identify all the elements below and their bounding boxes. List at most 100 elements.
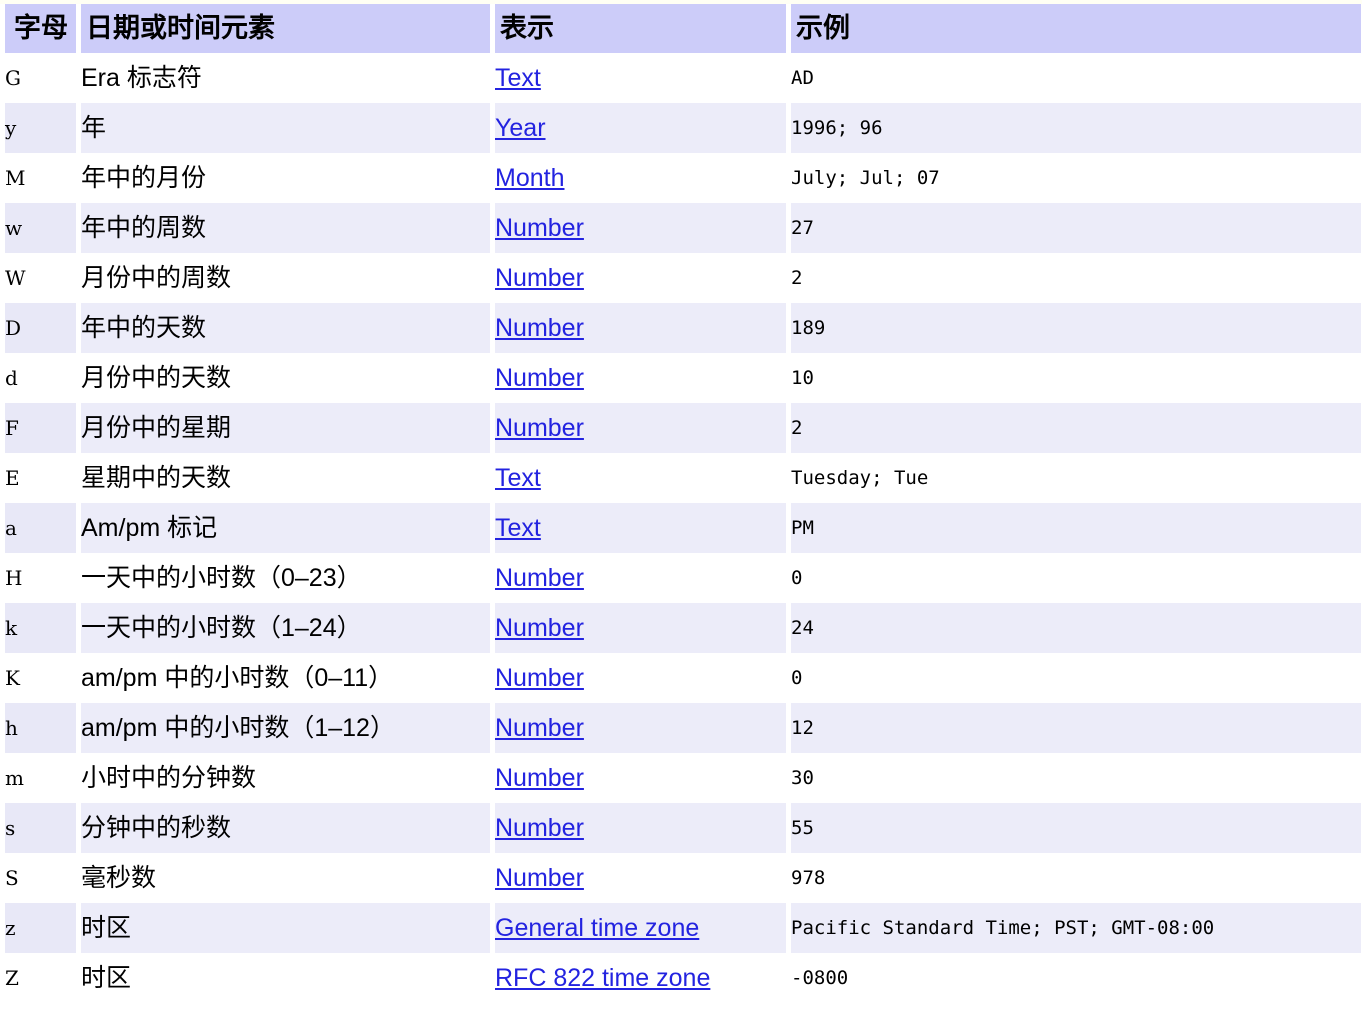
cell-example: 2 (791, 253, 1361, 303)
cell-representation: Number (495, 303, 786, 353)
cell-date-time-element: Am/pm 标记 (81, 503, 490, 553)
representation-link[interactable]: Number (495, 664, 584, 692)
cell-date-time-element: Era 标志符 (81, 53, 490, 103)
cell-pattern-letter: s (5, 803, 76, 853)
table-row: E星期中的天数TextTuesday; Tue (5, 453, 1361, 503)
cell-representation: Text (495, 453, 786, 503)
cell-representation: Text (495, 503, 786, 553)
table-row: W月份中的周数Number 2 (5, 253, 1361, 303)
table-header: 字母 日期或时间元素 表示 示例 (5, 4, 1361, 53)
cell-example: -0800 (791, 953, 1361, 1003)
cell-example: 30 (791, 753, 1361, 803)
table-row: s分钟中的秒数Number55 (5, 803, 1361, 853)
representation-link[interactable]: RFC 822 time zone (495, 964, 710, 992)
representation-link[interactable]: Number (495, 314, 584, 342)
cell-date-time-element: 小时中的分钟数 (81, 753, 490, 803)
cell-representation: Number (495, 653, 786, 703)
representation-link[interactable]: Number (495, 864, 584, 892)
cell-pattern-letter: z (5, 903, 76, 953)
representation-link[interactable]: Year (495, 114, 546, 142)
cell-example: 12 (791, 703, 1361, 753)
table-row: w年中的周数Number 27 (5, 203, 1361, 253)
representation-link[interactable]: Number (495, 564, 584, 592)
cell-representation: Number (495, 203, 786, 253)
cell-date-time-element: 年中的天数 (81, 303, 490, 353)
column-header-example: 示例 (791, 4, 1361, 53)
cell-pattern-letter: w (5, 203, 76, 253)
cell-pattern-letter: K (5, 653, 76, 703)
cell-example: AD (791, 53, 1361, 103)
table-row: ham/pm 中的小时数（1–12）Number12 (5, 703, 1361, 753)
table-row: D年中的天数Number 189 (5, 303, 1361, 353)
cell-example: 27 (791, 203, 1361, 253)
cell-date-time-element: 月份中的周数 (81, 253, 490, 303)
cell-example: 24 (791, 603, 1361, 653)
table-row: k一天中的小时数（1–24）Number24 (5, 603, 1361, 653)
cell-example: PM (791, 503, 1361, 553)
representation-link[interactable]: Text (495, 64, 541, 92)
column-header-letter: 字母 (5, 4, 76, 53)
cell-example: 1996; 96 (791, 103, 1361, 153)
representation-link[interactable]: Number (495, 714, 584, 742)
representation-link[interactable]: Number (495, 264, 584, 292)
representation-link[interactable]: Text (495, 514, 541, 542)
cell-date-time-element: 时区 (81, 903, 490, 953)
table-row: Z时区RFC 822 time zone-0800 (5, 953, 1361, 1003)
representation-link[interactable]: General time zone (495, 914, 699, 942)
cell-representation: Number (495, 703, 786, 753)
representation-link[interactable]: Number (495, 814, 584, 842)
cell-example: Pacific Standard Time; PST; GMT-08:00 (791, 903, 1361, 953)
cell-representation: Number (495, 603, 786, 653)
cell-pattern-letter: M (5, 153, 76, 203)
cell-representation: RFC 822 time zone (495, 953, 786, 1003)
cell-pattern-letter: m (5, 753, 76, 803)
representation-link[interactable]: Number (495, 214, 584, 242)
cell-example: 10 (791, 353, 1361, 403)
cell-date-time-element: 月份中的天数 (81, 353, 490, 403)
cell-pattern-letter: Z (5, 953, 76, 1003)
table-row: aAm/pm 标记Text PM (5, 503, 1361, 553)
cell-pattern-letter: W (5, 253, 76, 303)
cell-representation: Number (495, 253, 786, 303)
table-row: Kam/pm 中的小时数（0–11）Number 0 (5, 653, 1361, 703)
cell-pattern-letter: H (5, 553, 76, 603)
cell-pattern-letter: G (5, 53, 76, 103)
table-row: d月份中的天数Number10 (5, 353, 1361, 403)
column-header-element: 日期或时间元素 (81, 4, 490, 53)
cell-representation: Number (495, 353, 786, 403)
cell-date-time-element: am/pm 中的小时数（0–11） (81, 653, 490, 703)
representation-link[interactable]: Number (495, 764, 584, 792)
cell-representation: Year (495, 103, 786, 153)
table-header-row: 字母 日期或时间元素 表示 示例 (5, 4, 1361, 53)
cell-date-time-element: 分钟中的秒数 (81, 803, 490, 853)
cell-pattern-letter: a (5, 503, 76, 553)
cell-pattern-letter: h (5, 703, 76, 753)
representation-link[interactable]: Number (495, 614, 584, 642)
cell-example: 978 (791, 853, 1361, 903)
cell-example: 189 (791, 303, 1361, 353)
cell-pattern-letter: F (5, 403, 76, 453)
date-format-pattern-table-container: 字母 日期或时间元素 表示 示例 GEra 标志符TextADy年Year199… (0, 4, 1362, 1003)
cell-representation: Number (495, 553, 786, 603)
cell-example: 0 (791, 653, 1361, 703)
cell-pattern-letter: D (5, 303, 76, 353)
representation-link[interactable]: Number (495, 364, 584, 392)
cell-pattern-letter: S (5, 853, 76, 903)
cell-representation: Number (495, 753, 786, 803)
cell-date-time-element: 一天中的小时数（0–23） (81, 553, 490, 603)
table-row: S毫秒数Number978 (5, 853, 1361, 903)
cell-pattern-letter: k (5, 603, 76, 653)
cell-date-time-element: 年中的周数 (81, 203, 490, 253)
cell-date-time-element: 星期中的天数 (81, 453, 490, 503)
representation-link[interactable]: Number (495, 414, 584, 442)
representation-link[interactable]: Text (495, 464, 541, 492)
cell-representation: Month (495, 153, 786, 203)
cell-date-time-element: 年中的月份 (81, 153, 490, 203)
table-row: m小时中的分钟数Number 30 (5, 753, 1361, 803)
cell-representation: Number (495, 853, 786, 903)
cell-example: 2 (791, 403, 1361, 453)
table-row: z时区General time zone Pacific Standard Tim… (5, 903, 1361, 953)
representation-link[interactable]: Month (495, 164, 564, 192)
cell-date-time-element: 年 (81, 103, 490, 153)
table-row: GEra 标志符Text AD (5, 53, 1361, 103)
